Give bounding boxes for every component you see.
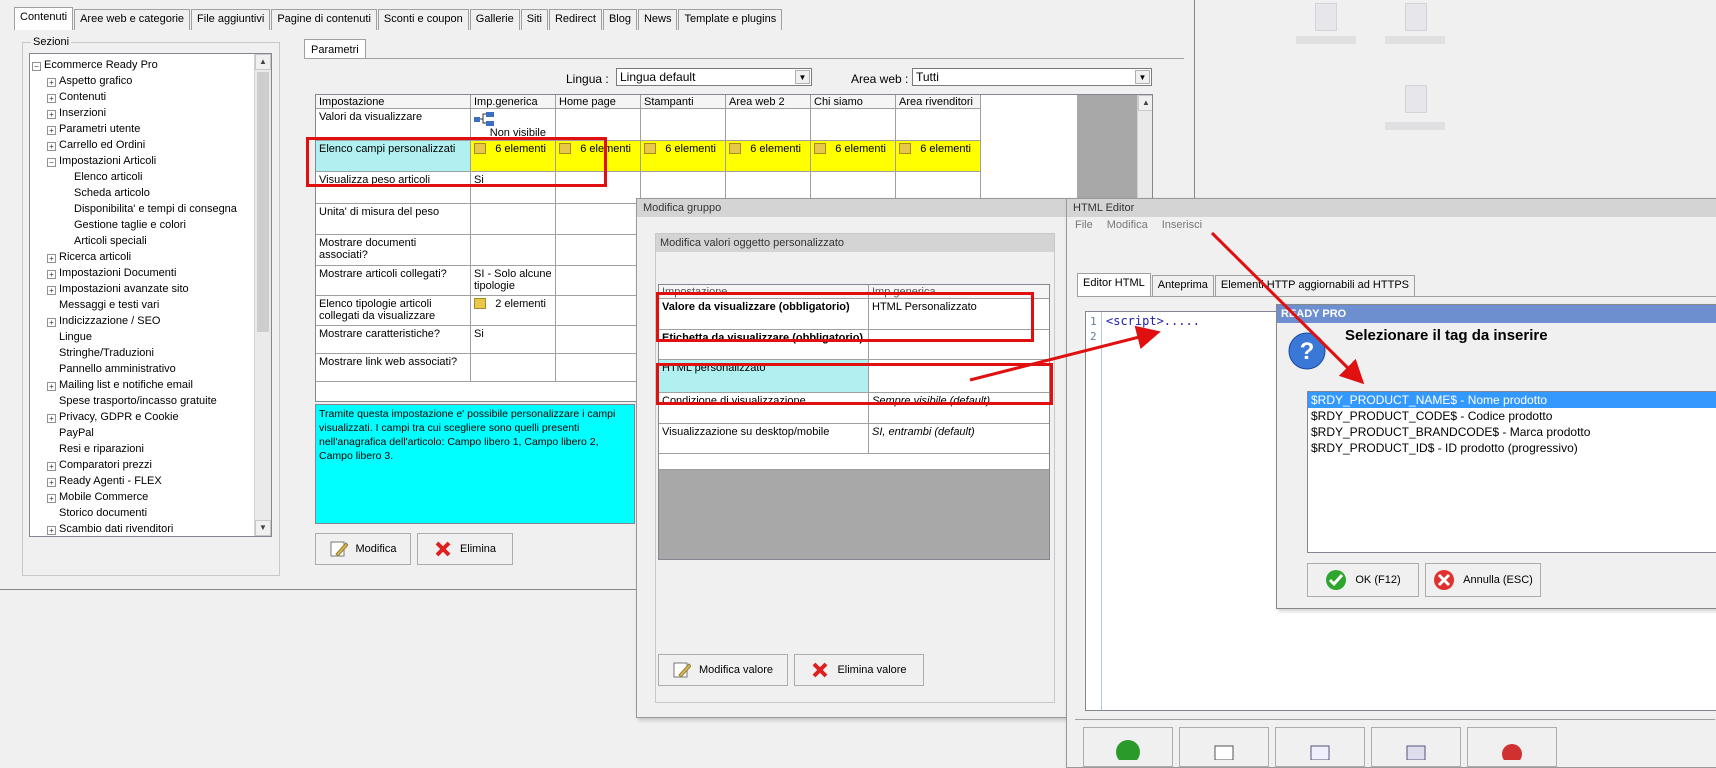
- annotation-arrows: [969, 231, 1365, 385]
- arrow: [969, 325, 1161, 382]
- arrow: [1210, 231, 1365, 385]
